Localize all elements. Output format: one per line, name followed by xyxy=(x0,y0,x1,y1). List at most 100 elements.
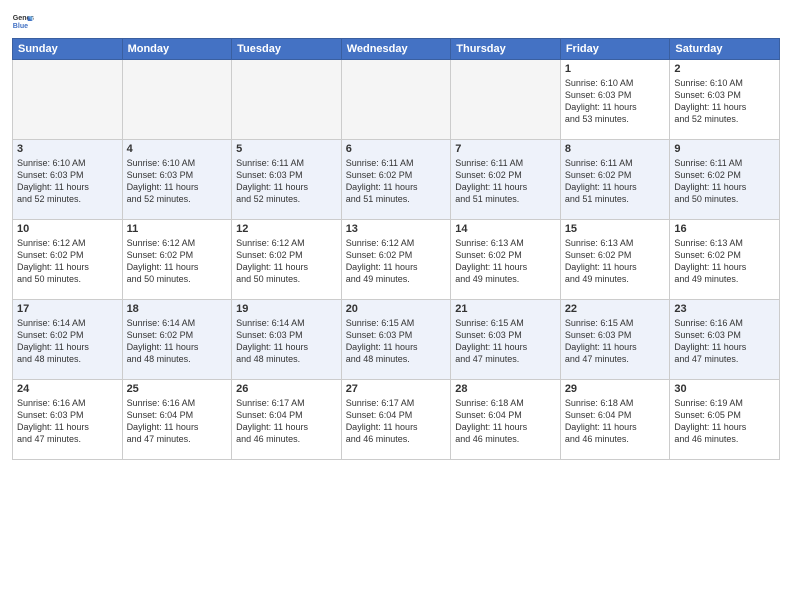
day-number: 15 xyxy=(565,223,666,235)
day-info: Sunrise: 6:17 AM Sunset: 6:04 PM Dayligh… xyxy=(236,397,337,446)
day-number: 3 xyxy=(17,143,118,155)
day-number: 16 xyxy=(674,223,775,235)
calendar-cell: 27 Sunrise: 6:17 AM Sunset: 6:04 PM Dayli… xyxy=(341,380,451,460)
week-row-1: 1 Sunrise: 6:10 AM Sunset: 6:03 PM Daylig… xyxy=(13,60,780,140)
day-number: 9 xyxy=(674,143,775,155)
day-info: Sunrise: 6:14 AM Sunset: 6:02 PM Dayligh… xyxy=(127,317,228,366)
day-info: Sunrise: 6:16 AM Sunset: 6:04 PM Dayligh… xyxy=(127,397,228,446)
day-number: 23 xyxy=(674,303,775,315)
day-number: 21 xyxy=(455,303,556,315)
header: General Blue xyxy=(12,10,780,32)
day-number: 8 xyxy=(565,143,666,155)
calendar-cell: 19 Sunrise: 6:14 AM Sunset: 6:03 PM Dayli… xyxy=(232,300,342,380)
calendar-cell: 22Sunrise: 6:15 AM Sunset: 6:03 PM Dayli… xyxy=(560,300,670,380)
week-row-2: 3 Sunrise: 6:10 AM Sunset: 6:03 PM Daylig… xyxy=(13,140,780,220)
week-row-4: 17 Sunrise: 6:14 AM Sunset: 6:02 PM Dayli… xyxy=(13,300,780,380)
day-info: Sunrise: 6:12 AM Sunset: 6:02 PM Dayligh… xyxy=(17,237,118,286)
calendar-cell: 21 Sunrise: 6:15 AM Sunset: 6:03 PM Dayli… xyxy=(451,300,561,380)
day-info: Sunrise: 6:11 AM Sunset: 6:02 PM Dayligh… xyxy=(565,157,666,206)
page-container: General Blue SundayMondayTuesdayWednesda… xyxy=(0,0,792,468)
day-info: Sunrise: 6:14 AM Sunset: 6:03 PM Dayligh… xyxy=(236,317,337,366)
weekday-header-tuesday: Tuesday xyxy=(232,39,342,60)
calendar-cell xyxy=(341,60,451,140)
weekday-header-monday: Monday xyxy=(122,39,232,60)
week-row-3: 10Sunrise: 6:12 AM Sunset: 6:02 PM Dayli… xyxy=(13,220,780,300)
day-info: Sunrise: 6:10 AM Sunset: 6:03 PM Dayligh… xyxy=(17,157,118,206)
day-info: Sunrise: 6:12 AM Sunset: 6:02 PM Dayligh… xyxy=(346,237,447,286)
logo: General Blue xyxy=(12,10,36,32)
day-number: 12 xyxy=(236,223,337,235)
day-number: 7 xyxy=(455,143,556,155)
day-number: 26 xyxy=(236,383,337,395)
day-number: 1 xyxy=(565,63,666,75)
calendar-cell: 23 Sunrise: 6:16 AM Sunset: 6:03 PM Dayli… xyxy=(670,300,780,380)
day-info: Sunrise: 6:15 AM Sunset: 6:03 PM Dayligh… xyxy=(346,317,447,366)
day-info: Sunrise: 6:19 AM Sunset: 6:05 PM Dayligh… xyxy=(674,397,775,446)
day-number: 27 xyxy=(346,383,447,395)
logo-icon: General Blue xyxy=(12,10,34,32)
calendar-cell: 6 Sunrise: 6:11 AM Sunset: 6:02 PM Daylig… xyxy=(341,140,451,220)
day-info: Sunrise: 6:11 AM Sunset: 6:02 PM Dayligh… xyxy=(674,157,775,206)
day-number: 2 xyxy=(674,63,775,75)
day-info: Sunrise: 6:14 AM Sunset: 6:02 PM Dayligh… xyxy=(17,317,118,366)
calendar-cell: 2 Sunrise: 6:10 AM Sunset: 6:03 PM Daylig… xyxy=(670,60,780,140)
calendar-cell: 5 Sunrise: 6:11 AM Sunset: 6:03 PM Daylig… xyxy=(232,140,342,220)
calendar-cell: 25 Sunrise: 6:16 AM Sunset: 6:04 PM Dayli… xyxy=(122,380,232,460)
calendar-cell: 14 Sunrise: 6:13 AM Sunset: 6:02 PM Dayli… xyxy=(451,220,561,300)
day-number: 28 xyxy=(455,383,556,395)
day-info: Sunrise: 6:10 AM Sunset: 6:03 PM Dayligh… xyxy=(565,77,666,126)
weekday-header-row: SundayMondayTuesdayWednesdayThursdayFrid… xyxy=(13,39,780,60)
calendar-cell: 28 Sunrise: 6:18 AM Sunset: 6:04 PM Dayli… xyxy=(451,380,561,460)
calendar-cell: 16 Sunrise: 6:13 AM Sunset: 6:02 PM Dayli… xyxy=(670,220,780,300)
day-info: Sunrise: 6:13 AM Sunset: 6:02 PM Dayligh… xyxy=(455,237,556,286)
weekday-header-saturday: Saturday xyxy=(670,39,780,60)
day-info: Sunrise: 6:10 AM Sunset: 6:03 PM Dayligh… xyxy=(127,157,228,206)
day-info: Sunrise: 6:12 AM Sunset: 6:02 PM Dayligh… xyxy=(127,237,228,286)
calendar-cell: 11 Sunrise: 6:12 AM Sunset: 6:02 PM Dayli… xyxy=(122,220,232,300)
calendar-cell: 13 Sunrise: 6:12 AM Sunset: 6:02 PM Dayli… xyxy=(341,220,451,300)
calendar-cell: 12 Sunrise: 6:12 AM Sunset: 6:02 PM Dayli… xyxy=(232,220,342,300)
calendar-cell: 18 Sunrise: 6:14 AM Sunset: 6:02 PM Dayli… xyxy=(122,300,232,380)
day-number: 13 xyxy=(346,223,447,235)
calendar-cell: 17 Sunrise: 6:14 AM Sunset: 6:02 PM Dayli… xyxy=(13,300,123,380)
day-info: Sunrise: 6:15 AM Sunset: 6:03 PM Dayligh… xyxy=(565,317,666,366)
day-number: 11 xyxy=(127,223,228,235)
calendar-cell: 3 Sunrise: 6:10 AM Sunset: 6:03 PM Daylig… xyxy=(13,140,123,220)
day-number: 24 xyxy=(17,383,118,395)
calendar: SundayMondayTuesdayWednesdayThursdayFrid… xyxy=(12,38,780,460)
day-number: 18 xyxy=(127,303,228,315)
day-info: Sunrise: 6:11 AM Sunset: 6:02 PM Dayligh… xyxy=(346,157,447,206)
calendar-cell: 7 Sunrise: 6:11 AM Sunset: 6:02 PM Daylig… xyxy=(451,140,561,220)
day-number: 5 xyxy=(236,143,337,155)
day-number: 6 xyxy=(346,143,447,155)
calendar-cell xyxy=(13,60,123,140)
calendar-cell: 26 Sunrise: 6:17 AM Sunset: 6:04 PM Dayli… xyxy=(232,380,342,460)
day-info: Sunrise: 6:10 AM Sunset: 6:03 PM Dayligh… xyxy=(674,77,775,126)
calendar-cell: 8 Sunrise: 6:11 AM Sunset: 6:02 PM Daylig… xyxy=(560,140,670,220)
day-number: 17 xyxy=(17,303,118,315)
calendar-cell: 24 Sunrise: 6:16 AM Sunset: 6:03 PM Dayli… xyxy=(13,380,123,460)
calendar-cell xyxy=(122,60,232,140)
calendar-cell xyxy=(232,60,342,140)
day-info: Sunrise: 6:15 AM Sunset: 6:03 PM Dayligh… xyxy=(455,317,556,366)
day-info: Sunrise: 6:16 AM Sunset: 6:03 PM Dayligh… xyxy=(674,317,775,366)
calendar-cell: 4 Sunrise: 6:10 AM Sunset: 6:03 PM Daylig… xyxy=(122,140,232,220)
calendar-cell: 29Sunrise: 6:18 AM Sunset: 6:04 PM Dayli… xyxy=(560,380,670,460)
calendar-cell: 20 Sunrise: 6:15 AM Sunset: 6:03 PM Dayli… xyxy=(341,300,451,380)
day-number: 20 xyxy=(346,303,447,315)
day-info: Sunrise: 6:11 AM Sunset: 6:03 PM Dayligh… xyxy=(236,157,337,206)
weekday-header-sunday: Sunday xyxy=(13,39,123,60)
day-number: 4 xyxy=(127,143,228,155)
day-info: Sunrise: 6:11 AM Sunset: 6:02 PM Dayligh… xyxy=(455,157,556,206)
day-number: 25 xyxy=(127,383,228,395)
weekday-header-wednesday: Wednesday xyxy=(341,39,451,60)
day-info: Sunrise: 6:13 AM Sunset: 6:02 PM Dayligh… xyxy=(674,237,775,286)
day-number: 14 xyxy=(455,223,556,235)
day-info: Sunrise: 6:16 AM Sunset: 6:03 PM Dayligh… xyxy=(17,397,118,446)
weekday-header-thursday: Thursday xyxy=(451,39,561,60)
day-info: Sunrise: 6:12 AM Sunset: 6:02 PM Dayligh… xyxy=(236,237,337,286)
day-number: 19 xyxy=(236,303,337,315)
day-info: Sunrise: 6:17 AM Sunset: 6:04 PM Dayligh… xyxy=(346,397,447,446)
day-info: Sunrise: 6:13 AM Sunset: 6:02 PM Dayligh… xyxy=(565,237,666,286)
day-info: Sunrise: 6:18 AM Sunset: 6:04 PM Dayligh… xyxy=(455,397,556,446)
